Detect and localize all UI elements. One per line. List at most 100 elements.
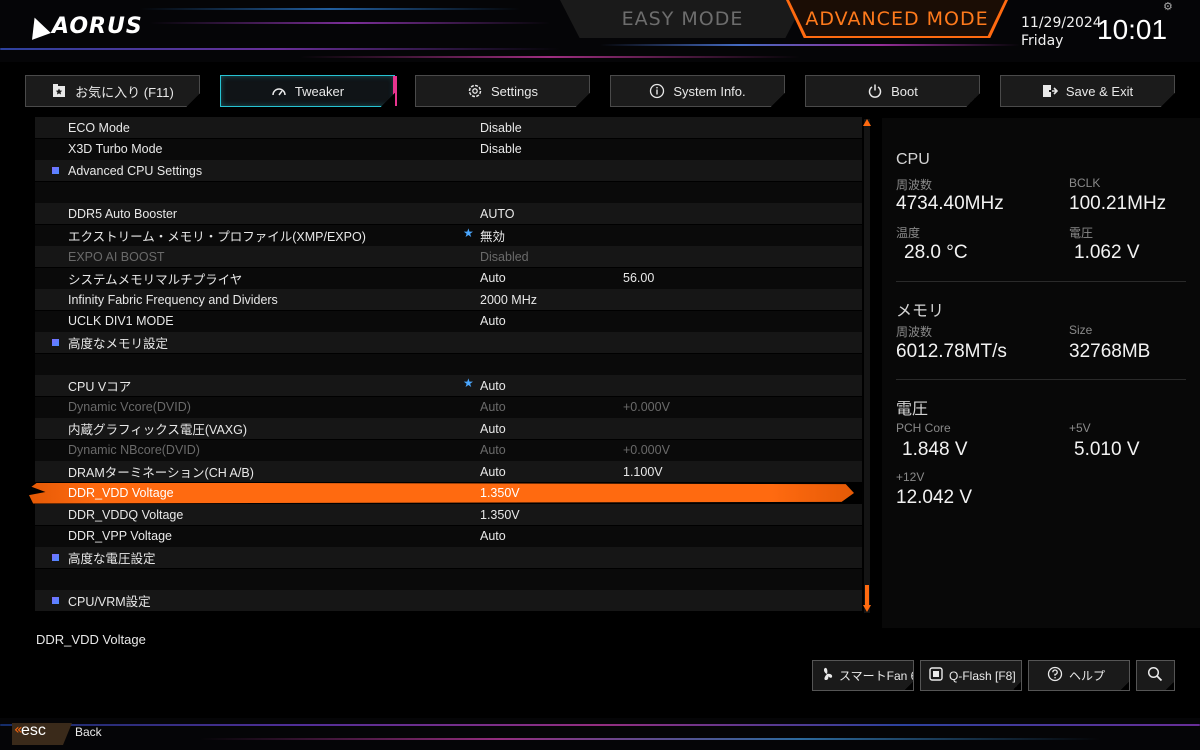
help-button[interactable]: ヘルプ <box>1028 660 1130 691</box>
setting-row: Dynamic Vcore(DVID) Auto +0.000V <box>35 396 862 418</box>
setting-row[interactable]: DDR_VDDQ Voltage 1.350V <box>35 504 862 525</box>
submenu-row[interactable]: 高度な電圧設定 <box>35 547 862 568</box>
setting-label: DDR_VPP Voltage <box>68 529 172 543</box>
decor-streak <box>0 724 1200 726</box>
tab-system-info[interactable]: System Info. <box>610 75 785 107</box>
advanced-mode-button[interactable]: ADVANCED MODE <box>786 0 1008 38</box>
qflash-button[interactable]: Q-Flash [F8] <box>920 660 1022 691</box>
esc-label[interactable]: esc <box>21 722 46 740</box>
p12v-label: +12V <box>896 470 925 484</box>
setting-label: Advanced CPU Settings <box>68 163 203 178</box>
setting-row[interactable]: ECO Mode Disable <box>35 117 862 138</box>
setting-value[interactable]: Disable <box>480 121 522 135</box>
help-icon <box>1047 666 1063 685</box>
setting-row[interactable]: DDR_VPP Voltage Auto <box>35 525 862 547</box>
memory-size-value: 32768MB <box>1069 341 1151 362</box>
easy-mode-button[interactable]: EASY MODE <box>560 0 805 38</box>
settings-list: ECO Mode Disable X3D Turbo Mode Disable Adva… <box>29 117 862 613</box>
logo-text: AORUS <box>52 14 143 39</box>
help-label: ヘルプ <box>1069 669 1106 683</box>
setting-row: EXPO AI BOOST Disabled <box>35 246 862 267</box>
setting-row[interactable]: CPU Vコア ★ Auto <box>35 375 862 396</box>
voltage-section-title: 電圧 <box>896 401 929 418</box>
setting-value[interactable]: 2000 MHz <box>480 293 537 307</box>
bclk-label: BCLK <box>1069 176 1101 190</box>
setting-value[interactable]: Auto <box>480 379 506 393</box>
spacer-row <box>35 353 862 375</box>
setting-label: DDR5 Auto Booster <box>68 206 178 221</box>
setting-value[interactable]: Disable <box>480 142 522 156</box>
setting-row[interactable]: X3D Turbo Mode Disable <box>35 138 862 160</box>
setting-value[interactable]: Auto <box>480 529 506 543</box>
setting-value[interactable]: AUTO <box>480 207 515 221</box>
back-label[interactable]: Back <box>75 725 102 739</box>
setting-row[interactable]: DDR_VDD Voltage 1.350V <box>29 482 862 504</box>
smart-fan-button[interactable]: スマートFan 6 [F <box>812 660 914 691</box>
setting-label: 内蔵グラフィックス電圧(VAXG) <box>68 423 248 437</box>
setting-value: Disabled <box>480 249 529 264</box>
decor-streak <box>150 22 550 24</box>
setting-value[interactable]: Auto <box>480 271 506 285</box>
setting-label: エクストリーム・メモリ・プロファイル(XMP/EXPO) <box>68 229 366 244</box>
setting-row[interactable]: DRAMターミネーション(CH A/B) Auto 1.100V <box>35 461 862 482</box>
smart-fan-label: スマートFan 6 [F <box>839 669 913 683</box>
setting-value[interactable]: 無効 <box>480 226 505 245</box>
tab-boot-label: Boot <box>891 83 918 99</box>
tab-boot[interactable]: Boot <box>805 75 980 107</box>
submenu-row[interactable]: 高度なメモリ設定 <box>35 332 862 353</box>
tab-settings[interactable]: Settings <box>415 75 590 107</box>
settings-gear-icon[interactable]: ⚙ <box>1163 0 1173 13</box>
setting-value[interactable]: 1.350V <box>480 508 520 522</box>
cpu-temp-value: 28.0 °C <box>904 242 968 263</box>
qflash-label: Q-Flash [F8] <box>949 668 1016 683</box>
tab-save-exit[interactable]: Save & Exit <box>1000 75 1175 107</box>
setting-label: UCLK DIV1 MODE <box>68 314 174 328</box>
setting-value[interactable]: Auto <box>480 314 506 328</box>
p5v-label: +5V <box>1069 421 1091 435</box>
item-help-text: DDR_VDD Voltage <box>36 632 146 647</box>
submenu-row[interactable]: Advanced CPU Settings <box>35 160 862 181</box>
header-bar: AORUS EASY MODE ADVANCED MODE 11/29/2024… <box>0 0 1200 62</box>
submenu-row[interactable]: CPU/VRM設定 <box>35 590 862 611</box>
hardware-monitor-panel: CPU 周波数 4734.40MHz BCLK 100.21MHz 温度 28.… <box>882 118 1200 628</box>
setting-secondary-value: 1.100V <box>623 464 663 479</box>
scroll-down-icon[interactable] <box>863 605 871 612</box>
setting-value[interactable]: Auto <box>480 465 506 479</box>
tab-tweaker[interactable]: Tweaker <box>220 75 397 107</box>
setting-label: X3D Turbo Mode <box>68 142 163 156</box>
submenu-bullet-icon <box>52 339 59 346</box>
scrollbar-track[interactable] <box>864 119 870 613</box>
tab-favorites-label: お気に入り (F11) <box>75 84 174 100</box>
setting-value[interactable]: 1.350V <box>480 486 520 500</box>
setting-row[interactable]: Infinity Fabric Frequency and Dividers 20… <box>35 289 862 310</box>
fan-icon <box>821 667 833 684</box>
setting-label: Dynamic Vcore(DVID) <box>68 400 191 414</box>
scrollbar-thumb[interactable] <box>865 585 869 605</box>
aorus-logo: AORUS <box>25 13 143 40</box>
tab-settings-label: Settings <box>491 83 538 99</box>
bclk-value: 100.21MHz <box>1069 193 1167 214</box>
search-button[interactable] <box>1136 660 1175 691</box>
setting-row[interactable]: UCLK DIV1 MODE Auto <box>35 310 862 332</box>
decor-streak <box>200 738 1100 740</box>
memory-freq-label: 周波数 <box>896 325 933 339</box>
setting-label: DRAMターミネーション(CH A/B) <box>68 466 254 480</box>
setting-row[interactable]: DDR5 Auto Booster AUTO <box>35 203 862 224</box>
tab-favorites[interactable]: お気に入り (F11) <box>25 75 200 107</box>
setting-value[interactable]: Auto <box>480 422 506 436</box>
footer-bar <box>0 718 1200 750</box>
setting-label: DDR_VDD Voltage <box>68 486 174 500</box>
gear-icon <box>467 83 483 99</box>
setting-row[interactable]: システムメモリマルチプライヤ Auto 56.00 <box>35 267 862 289</box>
p5v-value: 5.010 V <box>1074 439 1140 460</box>
setting-value: Auto <box>480 400 506 414</box>
setting-row[interactable]: エクストリーム・メモリ・プロファイル(XMP/EXPO) ★ 無効 <box>35 224 862 246</box>
cpu-freq-label: 周波数 <box>896 178 933 192</box>
submenu-bullet-icon <box>52 597 59 604</box>
decor-streak <box>300 56 800 58</box>
scroll-up-icon[interactable] <box>863 119 871 126</box>
section-divider <box>896 379 1186 380</box>
setting-label: ECO Mode <box>68 120 130 135</box>
date-text: 11/29/2024 <box>1021 15 1102 31</box>
setting-row[interactable]: 内蔵グラフィックス電圧(VAXG) Auto <box>35 418 862 439</box>
